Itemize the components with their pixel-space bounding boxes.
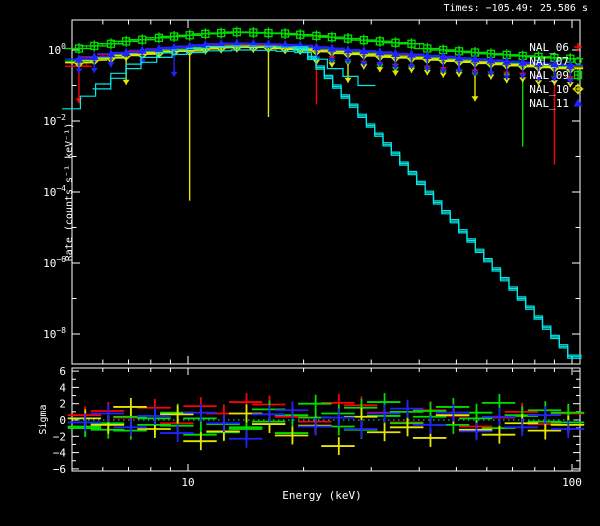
y-tick-label: 100 (48, 42, 66, 57)
series-NAL_10 (65, 41, 583, 200)
data-point (318, 32, 345, 43)
legend-entry-NAL_10: NAL_10 (529, 83, 583, 96)
x-tick-label: 100 (562, 476, 582, 489)
data-point (65, 43, 92, 54)
data-point (207, 28, 234, 39)
data-point (366, 36, 393, 47)
data-point (128, 34, 155, 45)
data-point (160, 31, 187, 42)
sigma-axis-title: Sigma (38, 404, 49, 434)
legend-label: NAL_07 (529, 55, 569, 68)
data-point (286, 29, 313, 40)
legend-label: NAL_10 (529, 83, 569, 96)
data-point (255, 42, 282, 117)
data-point (303, 30, 330, 41)
sigma-point (275, 427, 308, 445)
data-point (382, 37, 409, 48)
legend-entry-NAL_09: NAL_09 (529, 69, 581, 82)
data-point (145, 32, 172, 43)
sigma-point (252, 405, 285, 423)
sigma-tick-label: 2 (59, 398, 66, 411)
sigma-tick-label: 6 (59, 365, 66, 378)
data-point (97, 38, 124, 49)
total-model-rise (62, 46, 309, 109)
data-point (350, 35, 377, 46)
data-point (191, 28, 218, 39)
sigma-tick-label: 0 (59, 414, 66, 427)
data-point (176, 45, 203, 200)
sigma-point (344, 420, 377, 438)
legend-entry-NAL_11: NAL_11 (529, 97, 582, 110)
sigma-tick-label: −2 (53, 430, 66, 443)
y-axis-title: Rate (counts s⁻¹ keV⁻¹) (64, 123, 75, 261)
data-point (112, 36, 139, 47)
x-axis-title: Energy (keV) (282, 489, 361, 502)
data-point (160, 43, 187, 77)
data-point (334, 33, 361, 44)
sigma-point (390, 418, 423, 436)
legend-label: NAL_09 (529, 69, 569, 82)
legend: NAL_06NAL_07NAL_09NAL_10NAL_11 (529, 41, 583, 110)
sigma-point (137, 407, 170, 425)
sigma-tick-label: −6 (53, 463, 66, 476)
legend-entry-NAL_06: NAL_06 (529, 41, 582, 54)
sigma-tick-label: −4 (53, 447, 67, 460)
plot-window: Times: −105.49: 25.586 s 10010−210−410−6… (0, 0, 600, 526)
sigma-point (321, 437, 354, 455)
legend-label: NAL_11 (529, 97, 569, 110)
sigma-tick-label: 4 (59, 381, 66, 394)
y-tick-label: 10−8 (43, 326, 66, 341)
y-tick-label: 10−4 (43, 184, 66, 199)
sigma-point (321, 409, 354, 427)
data-point (271, 28, 298, 39)
sigma-point (160, 424, 193, 442)
sigma-point (113, 418, 146, 436)
sigma-point (367, 423, 400, 441)
y-tick-label: 10−6 (43, 255, 66, 270)
x-tick-label: 10 (181, 476, 194, 489)
sigma-point (413, 416, 446, 434)
spectrum-plot: 100 10−2 10−4 10−6 10−8 −6 −4 −2 0 2 4 6 10 100 Energy… (0, 0, 600, 526)
y-tick-label: 10−2 (43, 113, 66, 128)
data-point (80, 40, 107, 51)
data-point (176, 30, 203, 41)
data-point (398, 38, 425, 49)
legend-label: NAL_06 (529, 41, 569, 54)
